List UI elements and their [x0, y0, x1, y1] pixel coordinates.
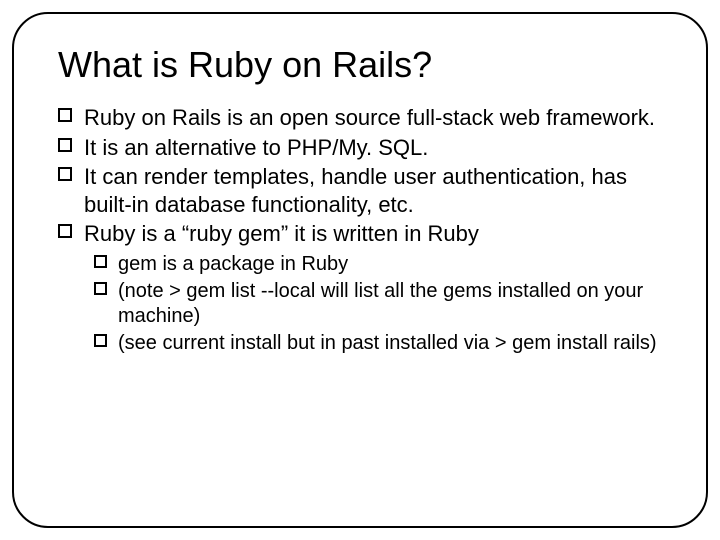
bullet-text: Ruby is a “ruby gem” it is written in Ru…: [84, 221, 479, 246]
checkbox-icon: [94, 334, 107, 347]
checkbox-icon: [58, 167, 72, 181]
list-item: Ruby is a “ruby gem” it is written in Ru…: [58, 220, 662, 356]
bullet-text: (see current install but in past install…: [118, 332, 657, 354]
bullet-text: It can render templates, handle user aut…: [84, 164, 627, 217]
checkbox-icon: [58, 108, 72, 122]
list-item: It can render templates, handle user aut…: [58, 163, 662, 218]
checkbox-icon: [58, 224, 72, 238]
sub-bullet-list: gem is a package in Ruby (note > gem lis…: [84, 252, 662, 356]
slide: What is Ruby on Rails? Ruby on Rails is …: [0, 0, 720, 540]
list-item: Ruby on Rails is an open source full-sta…: [58, 104, 662, 132]
checkbox-icon: [58, 138, 72, 152]
checkbox-icon: [94, 282, 107, 295]
list-item: It is an alternative to PHP/My. SQL.: [58, 134, 662, 162]
bullet-text: Ruby on Rails is an open source full-sta…: [84, 105, 655, 130]
list-item: (see current install but in past install…: [94, 331, 662, 356]
bullet-text: gem is a package in Ruby: [118, 253, 348, 275]
bullet-text: (note > gem list --local will list all t…: [118, 280, 643, 327]
slide-frame: What is Ruby on Rails? Ruby on Rails is …: [12, 12, 708, 528]
list-item: gem is a package in Ruby: [94, 252, 662, 277]
bullet-list: Ruby on Rails is an open source full-sta…: [58, 104, 662, 356]
bullet-text: It is an alternative to PHP/My. SQL.: [84, 135, 428, 160]
list-item: (note > gem list --local will list all t…: [94, 279, 662, 329]
checkbox-icon: [94, 255, 107, 268]
slide-title: What is Ruby on Rails?: [58, 44, 662, 86]
